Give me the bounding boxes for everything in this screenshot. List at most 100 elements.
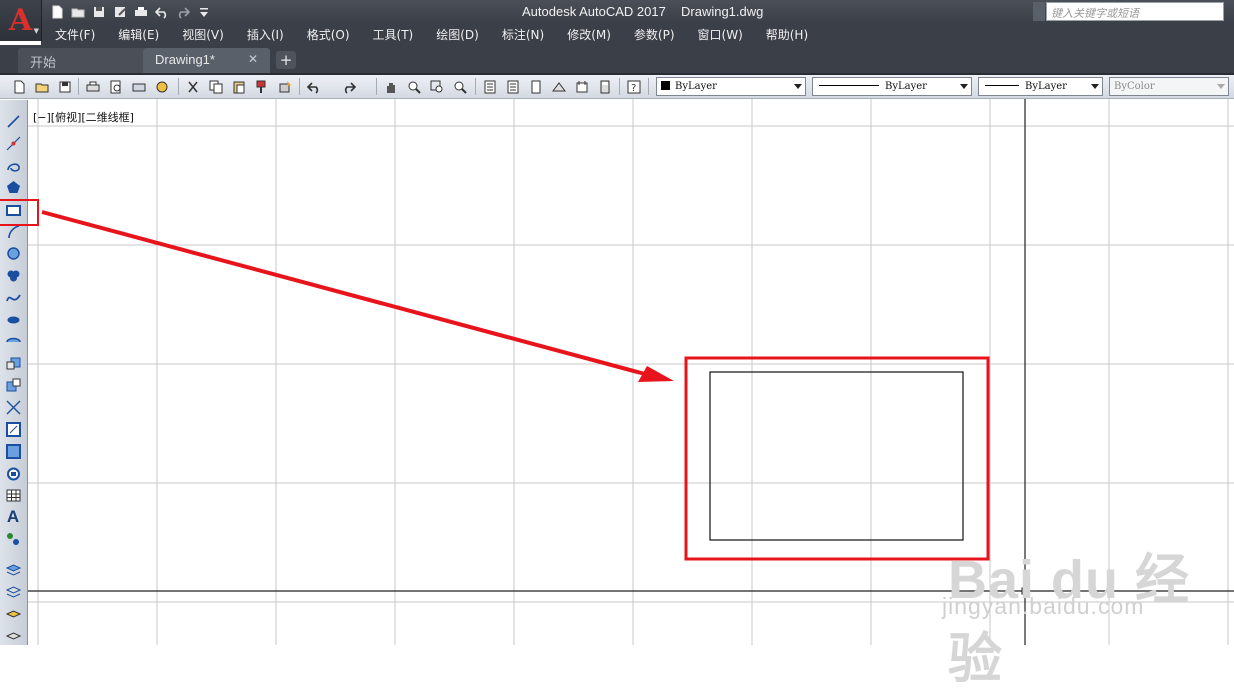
chevron-down-icon[interactable]: [1091, 84, 1099, 89]
design-center-icon[interactable]: [504, 78, 522, 95]
match-properties-icon[interactable]: [253, 78, 271, 95]
menu-view[interactable]: 视图(V): [182, 26, 224, 43]
menu-draw[interactable]: 绘图(D): [436, 26, 479, 43]
annotation-arrow-line: [41, 210, 657, 379]
standard-toolbar: ? ByLayer ByLayer ByLayer ByColor: [0, 75, 1234, 99]
title-bar: Autodesk AutoCAD 2017 Drawing1.dwg 键入关键字…: [0, 0, 1234, 24]
make-block-icon[interactable]: [4, 376, 22, 394]
circle-icon[interactable]: [4, 244, 22, 262]
search-expand-button[interactable]: [1033, 2, 1045, 21]
pan-icon[interactable]: [382, 78, 400, 95]
redo-icon[interactable]: [174, 4, 191, 21]
menu-window[interactable]: 窗口(W): [698, 26, 743, 43]
lineweight-combo[interactable]: ByLayer: [978, 77, 1103, 96]
linetype-sample: [819, 85, 879, 86]
region-icon[interactable]: [4, 464, 22, 482]
table-icon[interactable]: [4, 486, 22, 504]
toolbar-separator: [648, 78, 649, 95]
menu-parametric[interactable]: 参数(P): [634, 26, 675, 43]
cut-icon[interactable]: [184, 78, 202, 95]
undo-icon[interactable]: [153, 4, 170, 21]
publish-icon[interactable]: [130, 78, 148, 95]
zoom-window-icon[interactable]: [428, 78, 446, 95]
menu-modify[interactable]: 修改(M): [567, 26, 611, 43]
block-editor-icon[interactable]: [276, 78, 294, 95]
close-icon[interactable]: ✕: [248, 52, 258, 66]
plot-style-combo[interactable]: ByColor: [1109, 77, 1229, 96]
ellipse-arc-icon[interactable]: [4, 332, 22, 350]
print-icon[interactable]: [132, 4, 149, 21]
menu-edit[interactable]: 编辑(E): [118, 26, 159, 43]
layer-icon[interactable]: [4, 561, 22, 579]
gradient-icon[interactable]: [4, 442, 22, 460]
spline-icon[interactable]: [4, 288, 22, 306]
zoom-previous-icon[interactable]: [451, 78, 469, 95]
tab-start[interactable]: 开始: [18, 48, 146, 73]
menu-tools[interactable]: 工具(T): [373, 26, 414, 43]
lineweight-sample: [985, 85, 1019, 86]
layer-combo-value: ByLayer: [675, 81, 717, 92]
chevron-down-icon[interactable]: [960, 84, 968, 89]
polygon-icon[interactable]: [4, 178, 22, 196]
menu-bar: 文件(F) 编辑(E) 视图(V) 插入(I) 格式(O) 工具(T) 绘图(D…: [41, 24, 1234, 45]
paste-icon[interactable]: [230, 78, 248, 95]
drawn-rectangle[interactable]: [709, 371, 964, 541]
search-input[interactable]: 键入关键字或短语: [1046, 2, 1224, 21]
redo-icon[interactable]: [340, 78, 358, 95]
menu-file[interactable]: 文件(F): [55, 26, 95, 43]
lineweight-combo-value: ByLayer: [1025, 81, 1067, 92]
3d-dwf-icon[interactable]: [153, 78, 171, 95]
construction-line-icon[interactable]: [4, 134, 22, 152]
chevron-down-icon[interactable]: [1217, 84, 1225, 89]
quick-access-toolbar: [48, 3, 212, 21]
saveas-icon[interactable]: [111, 4, 128, 21]
open-icon[interactable]: [33, 78, 51, 95]
tool-palettes-icon[interactable]: [527, 78, 545, 95]
help-icon[interactable]: ?: [625, 78, 643, 95]
layer-previous-icon[interactable]: [4, 605, 22, 623]
undo-icon[interactable]: [305, 78, 323, 95]
quickcalc-icon[interactable]: [596, 78, 614, 95]
save-icon[interactable]: [90, 4, 107, 21]
menu-help[interactable]: 帮助(H): [766, 26, 808, 43]
layer-color-combo[interactable]: ByLayer: [656, 77, 806, 96]
application-menu-button[interactable]: A ▼: [0, 0, 42, 41]
ellipse-icon[interactable]: [4, 310, 22, 328]
polyline-icon[interactable]: [4, 156, 22, 174]
insert-block-icon[interactable]: [4, 354, 22, 372]
linetype-combo[interactable]: ByLayer: [812, 77, 972, 96]
viewport-controls-label[interactable]: [−][俯视][二维线框]: [33, 109, 134, 125]
drawing-canvas[interactable]: [28, 99, 1234, 645]
new-tab-button[interactable]: +: [276, 51, 296, 69]
menu-dimension[interactable]: 标注(N): [502, 26, 544, 43]
hatch-icon[interactable]: [4, 420, 22, 438]
plot-icon[interactable]: [84, 78, 102, 95]
chevron-down-icon[interactable]: [794, 84, 802, 89]
chevron-down-icon: ▼: [33, 27, 39, 35]
menu-insert[interactable]: 插入(I): [247, 26, 284, 43]
point-icon[interactable]: [4, 398, 22, 416]
save-icon[interactable]: [56, 78, 74, 95]
document-title: Drawing1.dwg: [681, 4, 764, 19]
open-icon[interactable]: [69, 4, 86, 21]
customize-icon[interactable]: [195, 4, 212, 21]
line-icon[interactable]: [4, 112, 22, 130]
tab-drawing1[interactable]: Drawing1* ✕: [143, 48, 270, 73]
menu-format[interactable]: 格式(O): [307, 26, 350, 43]
revision-cloud-icon[interactable]: [4, 266, 22, 284]
new-icon[interactable]: [48, 4, 65, 21]
layer-states-icon[interactable]: [4, 583, 22, 601]
new-icon[interactable]: [10, 78, 28, 95]
zoom-realtime-icon[interactable]: [405, 78, 423, 95]
file-tabs-bar: 开始 Drawing1* ✕ +: [0, 45, 1234, 75]
add-selected-icon[interactable]: [4, 530, 22, 548]
copy-icon[interactable]: [207, 78, 225, 95]
plot-preview-icon[interactable]: [107, 78, 125, 95]
highlight-tool-box: [0, 199, 39, 226]
toolbar-separator: [376, 78, 377, 95]
multiline-text-icon[interactable]: A: [4, 507, 22, 526]
properties-icon[interactable]: [481, 78, 499, 95]
sheet-set-icon[interactable]: [550, 78, 568, 95]
layer-isolate-icon[interactable]: [4, 627, 22, 645]
markup-set-icon[interactable]: [573, 78, 591, 95]
